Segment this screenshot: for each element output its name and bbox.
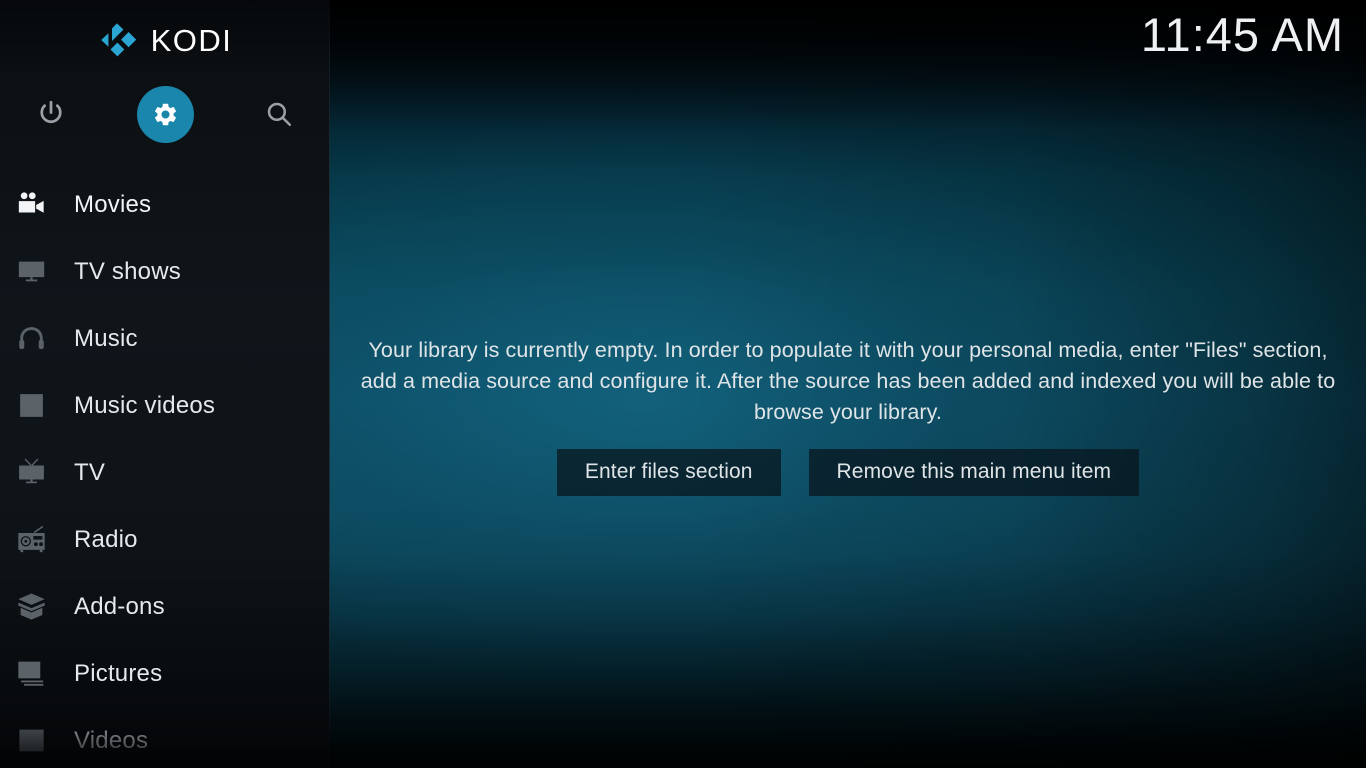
sidebar-item-label: Videos (74, 726, 149, 754)
film-strip-icon (9, 725, 53, 756)
sidebar-divider (329, 0, 330, 768)
sidebar-item-add-ons[interactable]: Add-ons (0, 573, 330, 640)
sidebar-item-label: Pictures (74, 659, 163, 687)
retro-tv-icon (9, 457, 53, 488)
main-menu: Movies TV shows Music Music videos TV Ra… (0, 171, 330, 768)
search-button[interactable] (247, 82, 311, 146)
sidebar-item-tv[interactable]: TV (0, 439, 330, 506)
film-music-icon (9, 390, 53, 421)
empty-library-panel: Your library is currently empty. In orde… (358, 335, 1338, 496)
settings-button[interactable] (133, 82, 197, 146)
sidebar-item-videos[interactable]: Videos (0, 707, 330, 768)
sidebar-item-tv-shows[interactable]: TV shows (0, 238, 330, 305)
tv-monitor-icon (9, 256, 53, 287)
sidebar-item-label: Music videos (74, 391, 216, 419)
top-action-bar (0, 82, 330, 148)
radio-icon (9, 524, 53, 555)
sidebar-item-music[interactable]: Music (0, 305, 330, 372)
sidebar-item-music-videos[interactable]: Music videos (0, 372, 330, 439)
sidebar-item-movies[interactable]: Movies (0, 171, 330, 238)
sidebar-item-label: TV shows (74, 257, 181, 285)
sidebar-item-label: Radio (74, 525, 138, 553)
sidebar-item-pictures[interactable]: Pictures (0, 640, 330, 707)
sidebar: KODI Movies TV shows Music Music videos … (0, 0, 330, 768)
app-logo[interactable]: KODI (0, 0, 330, 80)
movie-camera-icon (9, 189, 53, 220)
clock: 11:45 AM (1140, 8, 1344, 61)
empty-library-actions: Enter files section Remove this main men… (358, 449, 1338, 496)
remove-main-menu-item-button[interactable]: Remove this main menu item (808, 449, 1140, 496)
sidebar-item-label: Music (74, 324, 138, 352)
search-icon (267, 102, 291, 126)
sidebar-item-label: Movies (74, 190, 152, 218)
app-name: KODI (150, 22, 233, 58)
enter-files-section-button[interactable]: Enter files section (556, 449, 781, 496)
sidebar-item-label: Add-ons (74, 592, 165, 620)
power-button[interactable] (19, 82, 83, 146)
sidebar-item-label: TV (74, 458, 106, 486)
main-content: Your library is currently empty. In orde… (330, 0, 1366, 768)
gear-icon (154, 103, 176, 125)
headphones-icon (9, 323, 53, 354)
power-icon (40, 100, 62, 124)
empty-library-message: Your library is currently empty. In orde… (360, 338, 1336, 424)
settings-highlight-circle (136, 85, 194, 143)
sidebar-item-radio[interactable]: Radio (0, 506, 330, 573)
pictures-icon (9, 658, 53, 689)
kodi-home-screen: 11:45 AM KODI Movies TV shows Music Musi… (0, 0, 1366, 768)
open-box-icon (9, 591, 53, 622)
kodi-logo-icon (100, 23, 136, 57)
